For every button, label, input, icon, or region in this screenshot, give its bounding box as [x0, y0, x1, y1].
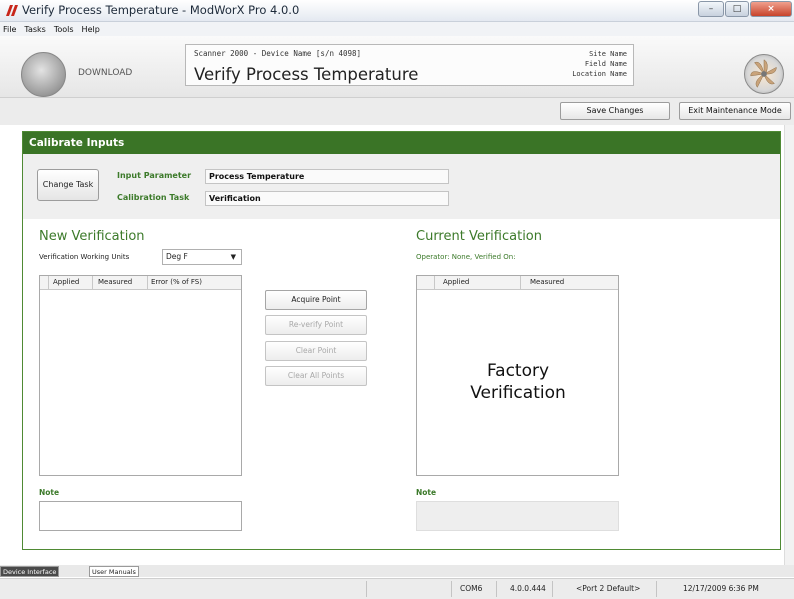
new-note-input[interactable]: [39, 501, 242, 531]
window-controls: – □ ×: [697, 1, 792, 17]
app-logo-icon: [6, 5, 18, 16]
column-measured[interactable]: Measured: [521, 276, 618, 289]
tab-device-interface[interactable]: Device Interface: [0, 566, 60, 577]
maximize-button[interactable]: □: [725, 1, 749, 17]
clear-point-button[interactable]: Clear Point: [265, 341, 367, 361]
save-changes-button[interactable]: Save Changes: [560, 102, 670, 120]
change-task-button[interactable]: Change Task: [37, 169, 99, 201]
location-name: Location Name: [572, 70, 627, 78]
operator-text: Operator: None, Verified On:: [416, 253, 516, 261]
acquire-point-button[interactable]: Acquire Point: [265, 290, 367, 310]
working-units-select[interactable]: Deg F ▼: [162, 249, 242, 265]
tab-user-manuals[interactable]: User Manuals: [89, 566, 139, 577]
new-note-label: Note: [39, 488, 60, 497]
panel-title: Calibrate Inputs: [23, 132, 780, 154]
column-measured[interactable]: Measured: [93, 276, 148, 289]
status-separator: [552, 581, 553, 597]
fan-icon: [744, 54, 784, 94]
current-verification-grid[interactable]: Applied Measured Factory Verification: [416, 275, 619, 476]
current-note-field: [416, 501, 619, 531]
title-bar: Verify Process Temperature - ModWorX Pro…: [0, 0, 794, 22]
device-name-line: Scanner 2000 - Device Name [s/n 4098]: [194, 49, 362, 58]
column-applied[interactable]: Applied: [435, 276, 521, 289]
close-button[interactable]: ×: [750, 1, 792, 17]
dropdown-arrow-icon: ▼: [230, 253, 236, 261]
row-header-cell: [40, 276, 49, 289]
working-units-value: Deg F: [166, 252, 188, 261]
device-info-box: Scanner 2000 - Device Name [s/n 4098] Ve…: [185, 44, 634, 86]
status-separator: [366, 581, 367, 597]
factory-verification-text: Factory Verification: [417, 360, 619, 404]
menu-tools[interactable]: Tools: [54, 25, 74, 34]
current-note-label: Note: [416, 488, 437, 497]
menu-bar: File Tasks Tools Help: [0, 22, 794, 36]
calibration-task-value: Verification: [205, 191, 449, 206]
site-name: Site Name: [589, 50, 627, 58]
status-bar: COM6 4.0.0.444 <Port 2 Default> 12/17/20…: [0, 578, 794, 599]
toolbar: Save Changes Exit Maintenance Mode: [0, 98, 794, 125]
status-separator: [656, 581, 657, 597]
task-title: Verify Process Temperature: [194, 65, 419, 84]
status-port-default: <Port 2 Default>: [576, 584, 641, 593]
column-error[interactable]: Error (% of FS): [148, 276, 241, 289]
calibrate-inputs-panel: Calibrate Inputs Change Task Input Param…: [22, 131, 781, 550]
status-version: 4.0.0.444: [510, 584, 546, 593]
grid-header: Applied Measured: [417, 276, 618, 290]
working-units-label: Verification Working Units: [39, 253, 130, 261]
input-parameter-value: Process Temperature: [205, 169, 449, 184]
clear-all-points-button[interactable]: Clear All Points: [265, 366, 367, 386]
status-separator: [451, 581, 452, 597]
task-area: Change Task Input Parameter Process Temp…: [23, 154, 780, 219]
menu-help[interactable]: Help: [82, 25, 100, 34]
factory-line-1: Factory: [486, 361, 550, 381]
vertical-scrollbar[interactable]: [784, 125, 794, 565]
calibration-task-label: Calibration Task: [117, 193, 190, 202]
status-port: COM6: [460, 584, 483, 593]
factory-line-2: Verification: [470, 383, 566, 403]
status-separator: [496, 581, 497, 597]
grid-header: Applied Measured Error (% of FS): [40, 276, 241, 290]
minimize-button[interactable]: –: [698, 1, 724, 17]
device-header: DOWNLOAD Scanner 2000 - Device Name [s/n…: [0, 36, 794, 98]
status-datetime: 12/17/2009 6:36 PM: [683, 584, 759, 593]
download-circle-icon[interactable]: [21, 52, 66, 97]
menu-tasks[interactable]: Tasks: [24, 25, 45, 34]
bottom-tabs: Device Interface User Manuals: [0, 565, 794, 577]
reverify-point-button[interactable]: Re-verify Point: [265, 315, 367, 335]
input-parameter-label: Input Parameter: [117, 171, 192, 180]
menu-file[interactable]: File: [3, 25, 16, 34]
field-name: Field Name: [584, 60, 627, 68]
new-verification-grid[interactable]: Applied Measured Error (% of FS): [39, 275, 242, 476]
row-header-cell: [417, 276, 435, 289]
download-label[interactable]: DOWNLOAD: [78, 68, 132, 78]
window-title: Verify Process Temperature - ModWorX Pro…: [22, 3, 300, 17]
column-applied[interactable]: Applied: [49, 276, 93, 289]
site-info: Site Name Field Name Location Name: [572, 49, 627, 79]
new-verification-title: New Verification: [39, 229, 145, 244]
exit-maintenance-button[interactable]: Exit Maintenance Mode: [679, 102, 791, 120]
current-verification-title: Current Verification: [416, 229, 543, 244]
